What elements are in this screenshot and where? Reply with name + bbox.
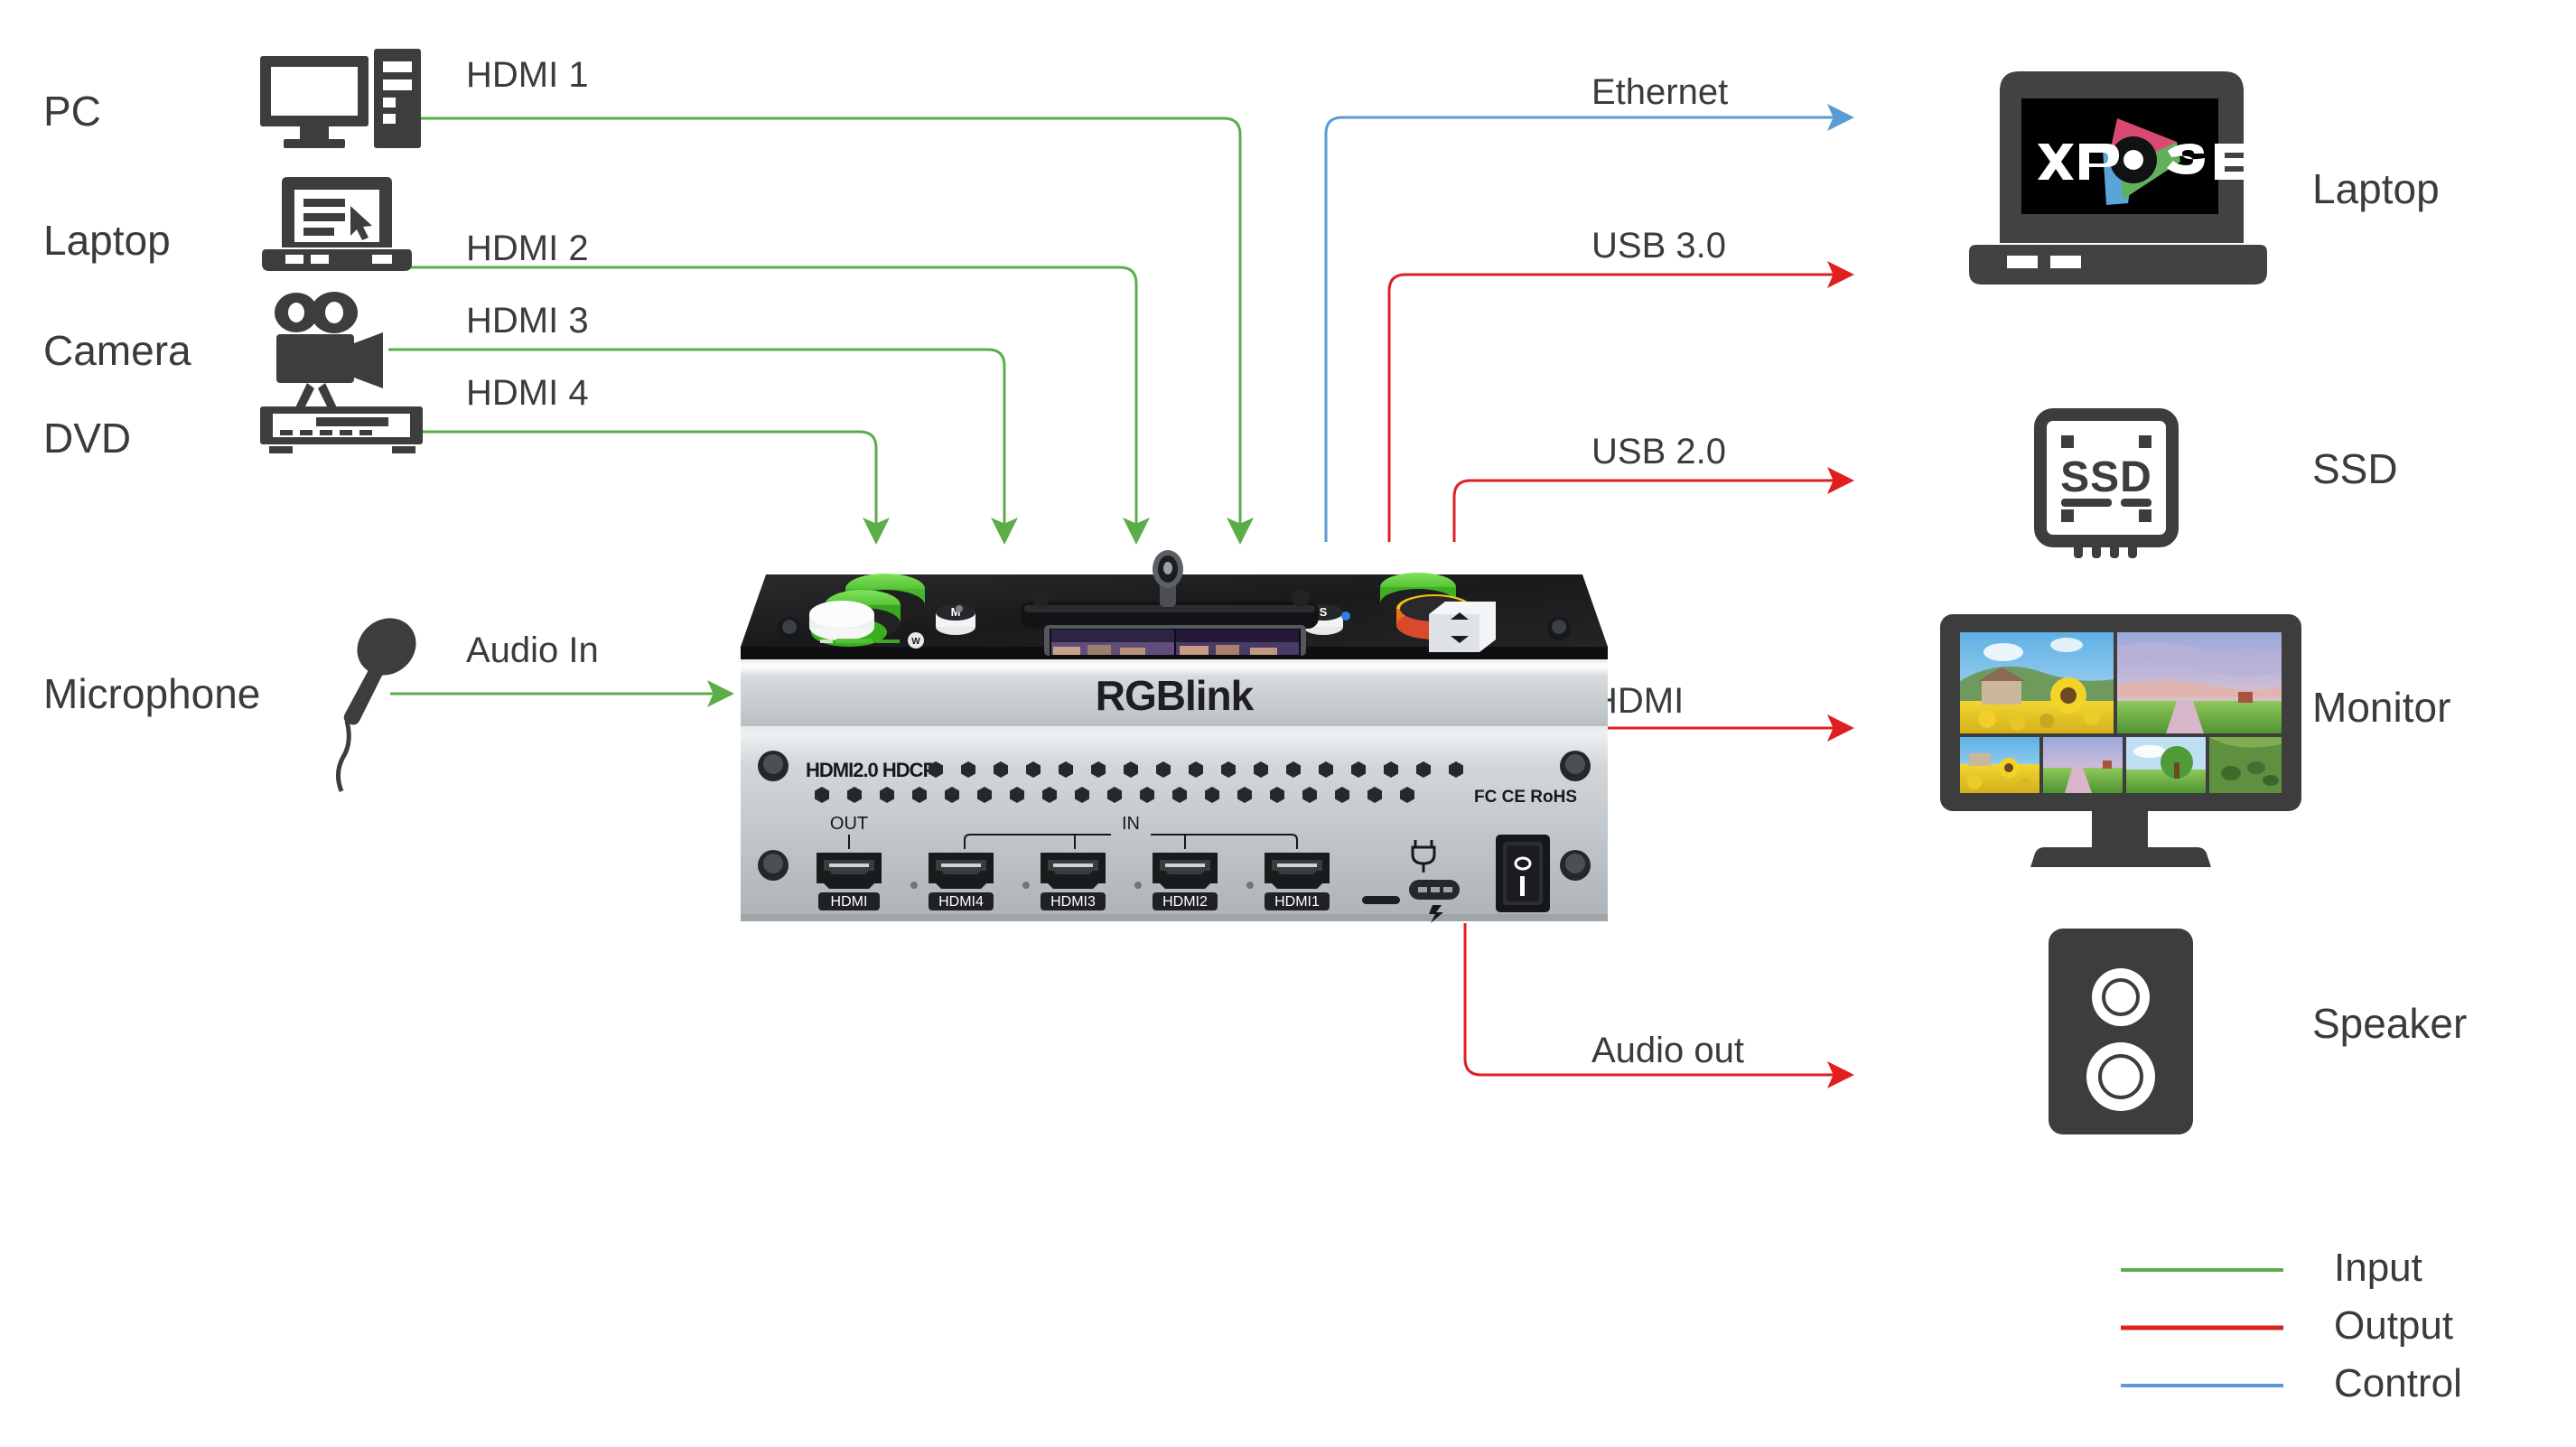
conn-label-usb-20: USB 2.0 — [1591, 432, 1726, 471]
legend-label-control: Control — [2334, 1361, 2462, 1405]
laptop-xpose-icon — [1969, 71, 2267, 285]
svg-text:OUT: OUT — [830, 814, 868, 834]
svg-text:S: S — [1320, 605, 1328, 619]
line-hdmi-4 — [415, 430, 890, 545]
svg-text:HDMI2.0 HDCP: HDMI2.0 HDCP — [806, 759, 936, 781]
svg-text:HDMI2: HDMI2 — [1162, 894, 1208, 910]
speaker-icon — [2049, 929, 2193, 1134]
dest-label-ssd: SSD — [2312, 445, 2398, 492]
microphone-icon — [336, 618, 416, 792]
laptop-icon — [262, 177, 412, 271]
conn-label-hdmi-2: HDMI 2 — [466, 229, 589, 268]
monitor-multiview-icon — [1940, 614, 2301, 867]
dest-label-speaker: Speaker — [2312, 1000, 2468, 1047]
legend-label-output: Output — [2334, 1303, 2454, 1348]
conn-label-hdmi-3: HDMI 3 — [466, 301, 589, 341]
dest-label-monitor: Monitor — [2312, 684, 2451, 731]
svg-text:RGBlink: RGBlink — [1096, 672, 1255, 719]
video-camera-icon — [275, 292, 383, 417]
source-label-laptop: Laptop — [43, 217, 171, 264]
dvd-player-icon — [260, 406, 423, 453]
conn-label-hdmi-1: HDMI 1 — [466, 55, 589, 95]
svg-text:FC CE RoHS: FC CE RoHS — [1474, 788, 1577, 807]
ssd-icon: SSD — [2034, 408, 2179, 558]
conn-label-ethernet: Ethernet — [1591, 72, 1729, 112]
rgblink-switcher-device: M S W RGBlink HDMI2.0 HDCP FC CE RoHS OU… — [741, 550, 1608, 923]
conn-label-audio-out: Audio out — [1591, 1031, 1745, 1070]
source-label-microphone: Microphone — [43, 670, 261, 717]
source-label-dvd: DVD — [43, 415, 132, 462]
line-usb-30 — [1387, 261, 1854, 542]
conn-label-usb-30: USB 3.0 — [1591, 226, 1726, 266]
line-usb-20 — [1452, 467, 1854, 542]
conn-label-hdmi-4: HDMI 4 — [466, 373, 589, 413]
svg-text:HDMI3: HDMI3 — [1050, 894, 1096, 910]
conn-label-audio-in: Audio In — [466, 630, 599, 670]
dest-label-laptop: Laptop — [2312, 165, 2440, 212]
svg-text:HDMI4: HDMI4 — [938, 894, 984, 910]
legend-label-input: Input — [2334, 1246, 2422, 1290]
svg-text:W: W — [911, 637, 920, 647]
svg-text:HDMI: HDMI — [831, 894, 868, 910]
source-label-camera: Camera — [43, 327, 191, 374]
svg-text:IN: IN — [1122, 814, 1140, 834]
legend-swatches — [2121, 1268, 2283, 1387]
desktop-computer-icon — [260, 49, 421, 148]
svg-text:HDMI1: HDMI1 — [1274, 894, 1320, 910]
source-label-pc: PC — [43, 88, 101, 135]
line-ethernet — [1324, 104, 1854, 542]
ssd-icon-text: SSD — [2060, 453, 2152, 501]
diagram-canvas: PC Laptop Camera DVD Microphone HDMI 1 H… — [0, 0, 2576, 1447]
